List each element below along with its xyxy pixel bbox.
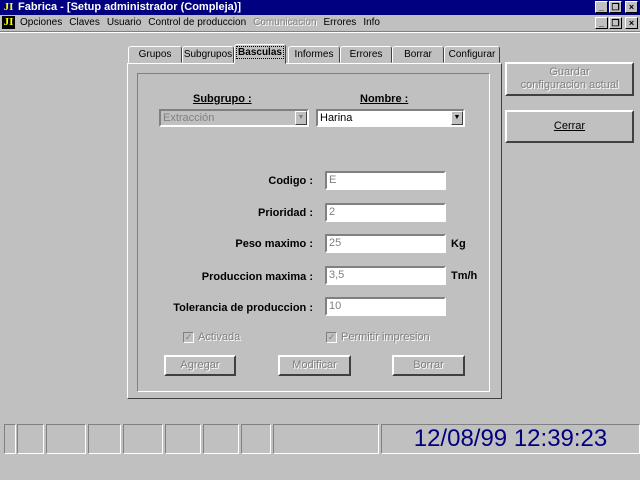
title-bar: JI Fabrica - [Setup administrador (Compl… [0, 0, 640, 15]
status-cell [203, 424, 239, 454]
borrar-button: Borrar [392, 355, 465, 376]
produccion-maxima-label: Produccion maxima : [201, 271, 313, 283]
basculas-panel: Subgrupo : Nombre : Extracción ▼ Harina … [127, 63, 502, 399]
status-cell [17, 424, 44, 454]
guardar-line-1: Guardar [549, 66, 590, 78]
chevron-down-icon[interactable]: ▼ [451, 111, 463, 125]
tab-grupos[interactable]: Grupos [128, 46, 182, 63]
restore-button[interactable]: ❐ [609, 1, 622, 13]
doc-minimize-button[interactable]: _ [595, 17, 608, 29]
menu-control-de-produccion[interactable]: Control de produccion [148, 15, 246, 30]
status-bar: 12/08/99 12:39:23 [0, 422, 640, 456]
tab-errores[interactable]: Errores [340, 46, 392, 63]
permitir-impresion-checkbox: ✓ Permitir impresion [326, 331, 430, 343]
window-title: Fabrica - [Setup administrador (Compleja… [18, 1, 242, 13]
doc-close-button[interactable]: × [625, 17, 638, 29]
subgrupo-select-value: Extracción [163, 112, 215, 124]
guardar-line-2: configuracion actual [520, 79, 619, 91]
peso-maximo-label: Peso maximo : [235, 238, 313, 250]
peso-unit: Kg [451, 238, 466, 250]
guardar-configuracion-button: Guardar configuracion actual [505, 62, 634, 96]
menu-bar: JI Opciones Claves Usuario Control de pr… [0, 15, 640, 31]
app-icon[interactable]: JI [2, 1, 15, 14]
datetime-display: 12/08/99 12:39:23 [381, 424, 640, 454]
tab-subgrupos[interactable]: Subgrupos [182, 46, 234, 63]
menu-usuario[interactable]: Usuario [107, 15, 141, 30]
cerrar-button[interactable]: Cerrar [505, 110, 634, 143]
tab-basculas[interactable]: Basculas [234, 44, 286, 64]
status-cell [165, 424, 201, 454]
status-cell [273, 424, 379, 454]
menu-info[interactable]: Info [363, 15, 380, 30]
nombre-select-value: Harina [320, 112, 353, 124]
tab-borrar[interactable]: Borrar [392, 46, 444, 63]
menu-errores[interactable]: Errores [324, 15, 357, 30]
tab-informes[interactable]: Informes [288, 46, 340, 63]
nombre-label: Nombre : [360, 93, 409, 105]
prioridad-label: Prioridad : [257, 207, 313, 219]
menu-claves[interactable]: Claves [69, 15, 100, 30]
produccion-unit: Tm/h [451, 270, 478, 282]
menu-opciones[interactable]: Opciones [20, 15, 62, 30]
minimize-button[interactable]: _ [595, 1, 608, 13]
chevron-down-icon: ▼ [295, 111, 307, 125]
status-cell [241, 424, 271, 454]
status-cell [88, 424, 121, 454]
subgrupo-select: Extracción ▼ [159, 109, 309, 127]
checkmark-icon: ✓ [326, 331, 337, 343]
peso-maximo-field[interactable]: 25 [325, 234, 446, 253]
codigo-label: Codigo : [268, 175, 313, 187]
status-cell [46, 424, 86, 454]
tolerancia-label: Tolerancia de produccion : [173, 302, 313, 314]
produccion-maxima-field[interactable]: 3,5 [325, 266, 446, 285]
status-cell [123, 424, 163, 454]
cerrar-label: Cerrar [553, 120, 586, 132]
prioridad-field[interactable]: 2 [325, 203, 446, 222]
activada-checkbox: ✓ Activada [183, 331, 240, 343]
menu-separator [0, 31, 640, 33]
subgrupo-label: Subgrupo : [193, 93, 252, 105]
modificar-button: Modificar [278, 355, 351, 376]
nombre-select[interactable]: Harina ▼ [316, 109, 465, 127]
checkmark-icon: ✓ [183, 331, 194, 343]
menu-comunicacion: Comunicacion [253, 17, 317, 28]
agregar-button: Agregar [164, 355, 236, 376]
close-button[interactable]: × [625, 1, 638, 13]
status-cell [4, 424, 16, 454]
tab-configurar[interactable]: Configurar [444, 46, 500, 63]
doc-restore-button[interactable]: ❐ [609, 17, 622, 29]
permitir-impresion-label: Permitir impresion [341, 331, 430, 343]
document-icon[interactable]: JI [2, 16, 15, 29]
activada-label: Activada [198, 331, 241, 343]
tolerancia-field[interactable]: 10 [325, 297, 446, 316]
codigo-field[interactable]: E [325, 171, 446, 190]
